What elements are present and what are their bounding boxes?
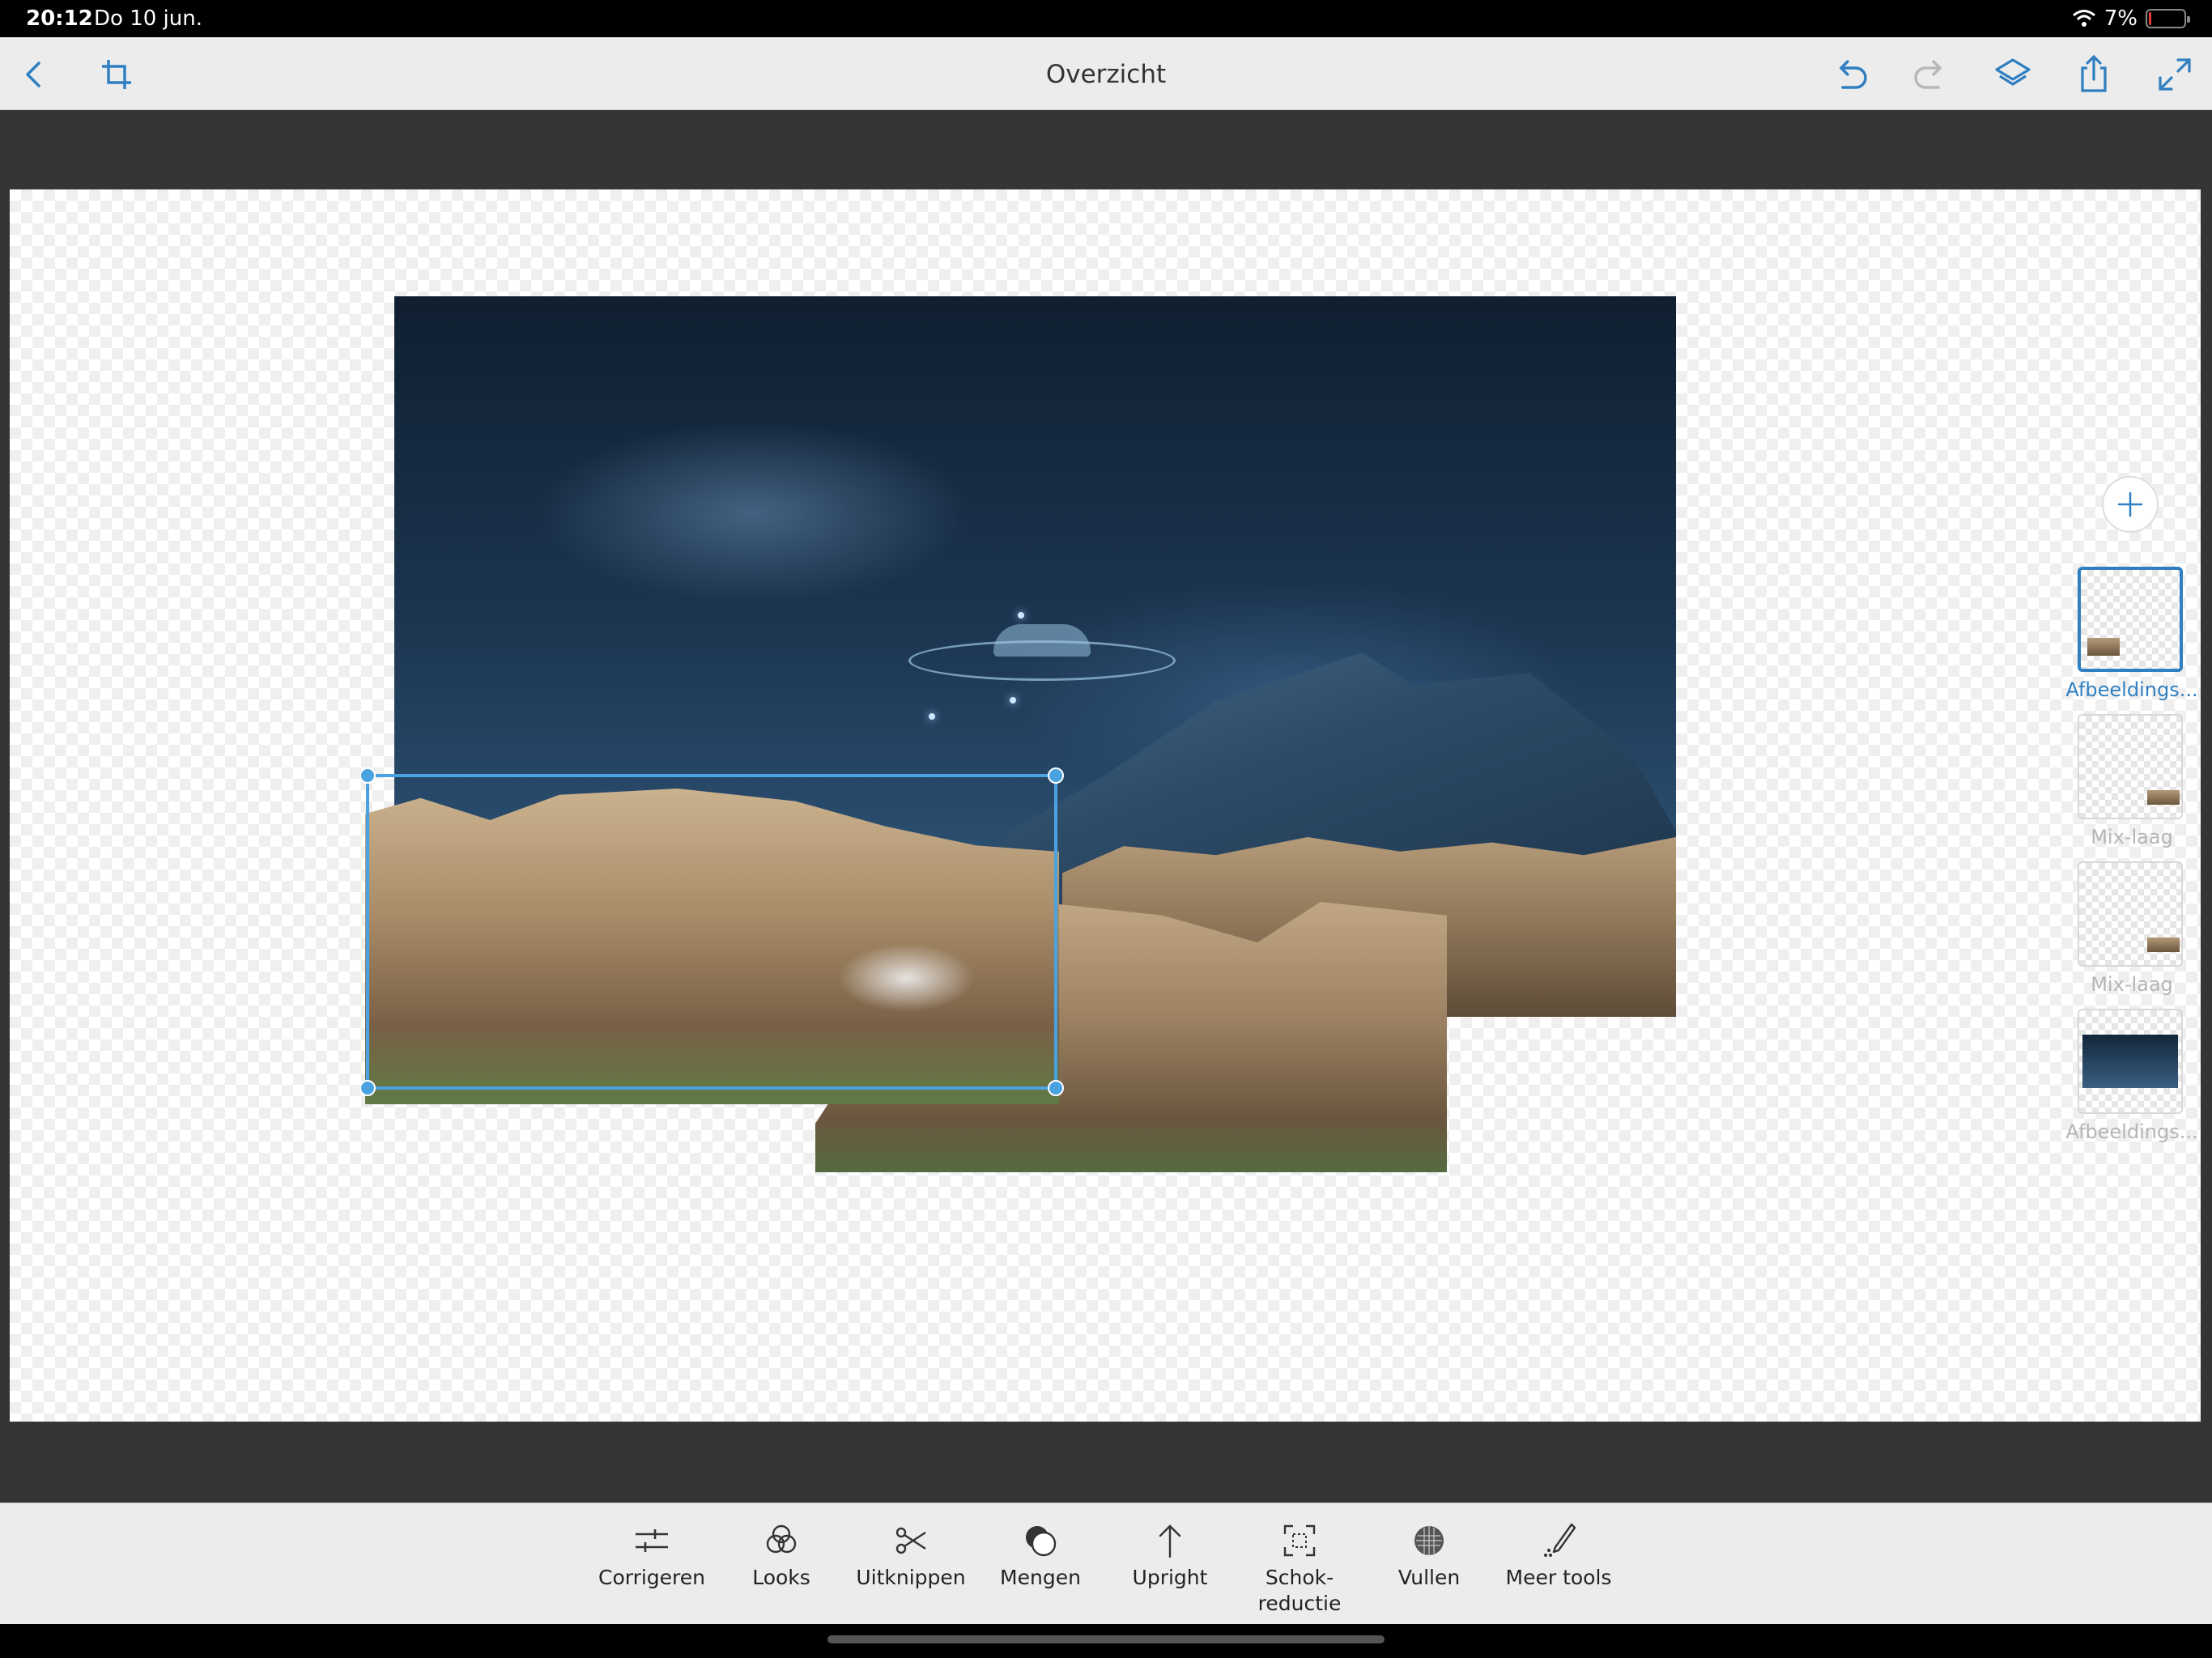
tool-corrigeren[interactable]: Corrigeren (583, 1521, 721, 1591)
resize-handle-top-right[interactable] (1048, 767, 1064, 784)
tool-mengen[interactable]: Mengen (972, 1521, 1109, 1591)
bottom-toolbar: Corrigeren Looks Uitknippen Mengen Uprig… (0, 1503, 2212, 1624)
expand-icon (2159, 58, 2191, 91)
looks-icon (766, 1524, 797, 1554)
layer-label-1[interactable]: Afbeeldings... (2063, 678, 2201, 701)
layer-thumbnail-4[interactable] (2078, 1009, 2183, 1114)
tool-uitknippen[interactable]: Uitknippen (842, 1521, 980, 1591)
tool-label: Schok- reductie (1257, 1566, 1342, 1615)
tool-label: Upright (1132, 1566, 1208, 1589)
status-right: 7% (2072, 6, 2190, 31)
tool-schokreductie[interactable]: Schok- reductie (1231, 1521, 1368, 1617)
thumb-rocks (2087, 638, 2120, 656)
layer-label-2[interactable]: Mix-laag (2063, 826, 2201, 848)
light-dot (1010, 697, 1016, 704)
tool-label: Mengen (1000, 1566, 1081, 1589)
sliders-icon (636, 1529, 668, 1552)
layer-thumbnail-2[interactable] (2078, 714, 2183, 819)
tool-label: Uitknippen (856, 1566, 966, 1589)
selection-box[interactable] (359, 767, 1064, 1096)
redo-button[interactable] (1906, 50, 1955, 99)
tool-label: Meer tools (1505, 1566, 1612, 1589)
undo-icon (1840, 60, 1867, 89)
resize-handle-bottom-left[interactable] (359, 1080, 376, 1096)
tool-label: Vullen (1397, 1566, 1461, 1589)
layer-thumbnail-1[interactable] (2078, 567, 2183, 672)
layer-label-3[interactable]: Mix-laag (2063, 973, 2201, 996)
resize-handle-bottom-right[interactable] (1048, 1080, 1064, 1096)
status-time: 20:12 (26, 6, 93, 31)
wifi-icon (2072, 10, 2095, 27)
fullscreen-button[interactable] (2150, 50, 2199, 99)
ufo-ring (908, 640, 1176, 681)
blend-icon (1026, 1526, 1057, 1557)
layers-icon (1995, 58, 2031, 86)
light-dot (1018, 612, 1024, 619)
upright-arrow-icon (1159, 1524, 1181, 1558)
fill-icon (1414, 1526, 1444, 1555)
layer-thumbnail-3[interactable] (2078, 861, 2183, 967)
plus-icon (2117, 491, 2143, 517)
layers-button[interactable] (1989, 50, 2037, 99)
share-icon (2081, 54, 2107, 92)
tool-label: Looks (752, 1566, 810, 1589)
tool-meer-tools[interactable]: Meer tools (1490, 1521, 1627, 1591)
tool-vullen[interactable]: Vullen (1360, 1521, 1498, 1591)
tool-looks[interactable]: Looks (713, 1521, 850, 1591)
undo-button[interactable] (1827, 50, 1875, 99)
thumb-rocks (2147, 937, 2180, 952)
battery-icon (2146, 9, 2190, 28)
battery-percent: 7% (2104, 6, 2138, 31)
redo-icon (1914, 60, 1942, 89)
home-indicator[interactable] (827, 1635, 1385, 1643)
document-canvas[interactable] (10, 189, 2201, 1422)
page-title: Overzicht (1045, 60, 1167, 89)
light-dot (929, 713, 935, 720)
shake-reduction-icon (1283, 1524, 1316, 1557)
resize-handle-top-left[interactable] (359, 767, 376, 784)
add-layer-button[interactable] (2102, 476, 2159, 533)
tool-label: Corrigeren (598, 1566, 706, 1589)
status-bar: 20:12 Do 10 jun. 7% (0, 0, 2212, 37)
pencil-icon (1544, 1523, 1576, 1557)
thumb-rocks (2147, 790, 2180, 805)
workspace (0, 110, 2212, 1503)
status-date: Do 10 jun. (94, 6, 202, 31)
share-button[interactable] (2069, 50, 2118, 99)
layer-label-4[interactable]: Afbeeldings... (2063, 1120, 2201, 1143)
scissors-icon (895, 1527, 926, 1554)
thumb-sky (2082, 1035, 2178, 1088)
tool-upright[interactable]: Upright (1101, 1521, 1239, 1591)
top-toolbar: Overzicht (0, 37, 2212, 110)
